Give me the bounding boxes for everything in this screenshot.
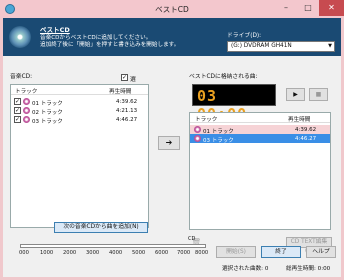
track-checkbox[interactable]: ✓ (14, 98, 21, 105)
time-display: 03 00:00 (192, 84, 276, 123)
scale-tick: 5000 (132, 250, 146, 256)
play-icon: ▶ (293, 91, 298, 98)
banner-desc-line-2: 追加終了後に「開始」を押すと書き込みを開始します。 (40, 42, 180, 48)
start-button[interactable]: 開始(S) (216, 246, 256, 258)
track-time: 4:21.13 (116, 107, 138, 114)
track-time: 4:46.27 (116, 116, 138, 123)
track-row[interactable]: ✓ 03 トラック 4:46.27 (11, 115, 148, 125)
play-button[interactable]: ▶ (286, 88, 305, 101)
music-cd-label: 音楽CD: (10, 74, 33, 80)
selected-count: 選択された曲数: 0 (222, 266, 269, 272)
header-banner: ベストCD 音楽CDからベストCDに追加してください。 追加終了後に「開始」を押… (3, 18, 341, 56)
help-button[interactable]: ヘルプ (306, 246, 336, 258)
track-disc-icon (23, 98, 30, 105)
best-cd-label: ベストCDに格納される曲: (189, 74, 258, 80)
track-time: 4:39.62 (295, 126, 317, 133)
select-all-check[interactable]: ✓ (121, 74, 128, 81)
track-disc-icon (23, 107, 30, 114)
scale-tick: 3000 (86, 250, 100, 256)
track-disc-icon (194, 126, 201, 133)
track-row[interactable]: ✓ 01 トラック 4:39.62 (11, 97, 148, 107)
column-track[interactable]: トラック (15, 87, 37, 95)
finish-button[interactable]: 終了 (261, 246, 301, 258)
capacity-scale: CD 000 1000 2000 3000 4000 5000 6000 700… (19, 236, 209, 260)
track-disc-icon (194, 135, 201, 142)
maximize-button[interactable]: □ (297, 0, 319, 16)
scale-tick: 2000 (63, 250, 77, 256)
stop-button[interactable]: ■ (309, 88, 328, 101)
banner-title: ベストCD (40, 26, 70, 34)
scale-tick: 8000 (195, 250, 209, 256)
disc-logo-icon (9, 26, 31, 48)
minimize-button[interactable]: – (275, 0, 297, 16)
track-disc-icon (23, 116, 30, 123)
banner-desc-line-1: 音楽CDからベストCDに追加してください。 (40, 35, 152, 41)
title-bar: ベストCD – □ ✕ (0, 0, 344, 18)
total-time: 総再生時間: 0:00 (286, 266, 331, 272)
track-row[interactable]: ✓ 02 トラック 4:21.13 (11, 106, 148, 116)
scale-tick: 6000 (155, 250, 169, 256)
drive-select-value: (G:) DVDRAM GH41N (231, 43, 292, 49)
track-row[interactable]: 01 トラック 4:39.62 (190, 125, 330, 135)
add-next-cd-button[interactable]: 次の音楽CDから曲を追加(N) (54, 222, 148, 233)
scale-tick: 1000 (40, 250, 54, 256)
music-cd-track-list[interactable]: トラック 再生時間 ✓ 01 トラック 4:39.62 ✓ 02 トラック 4:… (10, 84, 149, 228)
scale-tick: 4000 (109, 250, 123, 256)
track-time: 4:46.27 (295, 135, 317, 142)
column-time[interactable]: 再生時間 (288, 115, 310, 123)
cd-marker-label: CD (188, 236, 196, 242)
scale-tick: 7000 (177, 250, 191, 256)
window-client: ベストCD 音楽CDからベストCDに追加してください。 追加終了後に「開始」を押… (3, 18, 341, 277)
column-time[interactable]: 再生時間 (109, 87, 131, 95)
track-checkbox[interactable]: ✓ (14, 116, 21, 123)
track-name: 03 トラック (32, 118, 63, 125)
stop-icon: ■ (315, 91, 322, 98)
list-header: トラック 再生時間 (190, 113, 330, 123)
chevron-down-icon: ▼ (328, 43, 332, 49)
capacity-bar (20, 244, 206, 248)
add-to-best-button[interactable]: ➔ (158, 136, 180, 150)
column-track[interactable]: トラック (195, 115, 217, 123)
list-header: トラック 再生時間 (11, 85, 148, 95)
track-name: 03 トラック (203, 137, 234, 144)
drive-select[interactable]: (G:) DVDRAM GH41N ▼ (227, 41, 335, 52)
track-row-selected[interactable]: 03 トラック 4:46.27 (190, 134, 330, 144)
app-window: ベストCD – □ ✕ ベストCD 音楽CDからベストCDに追加してください。 … (0, 0, 344, 280)
drive-label: ドライブ(D): (227, 33, 262, 39)
best-cd-track-list[interactable]: トラック 再生時間 01 トラック 4:39.62 03 トラック 4:46.2… (189, 112, 331, 230)
track-checkbox[interactable]: ✓ (14, 107, 21, 114)
scale-tick: 000 (19, 250, 29, 256)
close-button[interactable]: ✕ (319, 0, 344, 16)
banner-description: 音楽CDからベストCDに追加してください。 追加終了後に「開始」を押すと書き込み… (40, 35, 220, 49)
track-time: 4:39.62 (116, 98, 138, 105)
